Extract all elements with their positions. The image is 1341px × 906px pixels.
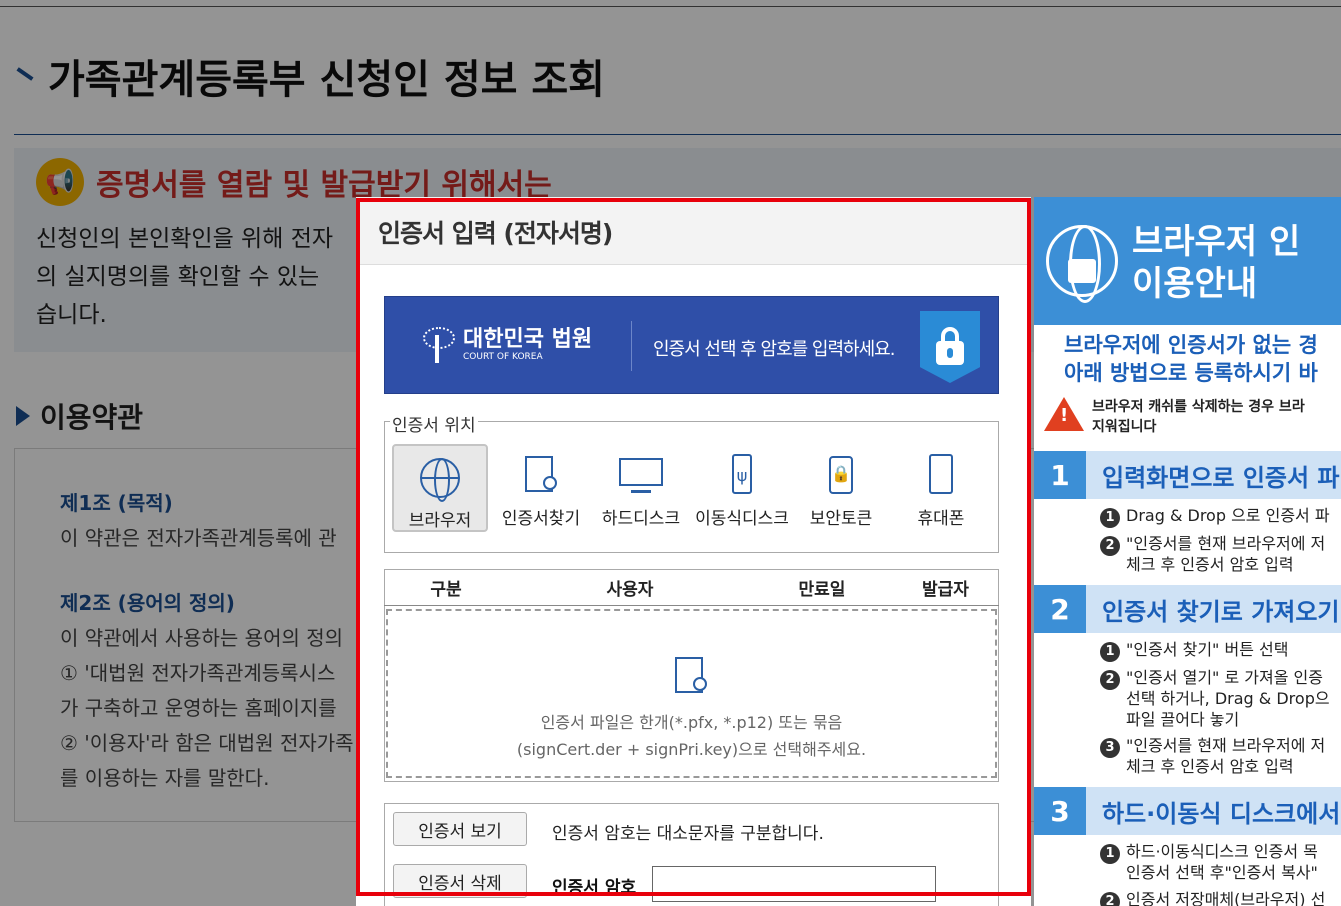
step-number: 3	[1034, 787, 1086, 835]
location-label: 인증서찾기	[501, 509, 581, 529]
password-label: 인증서 암호	[552, 878, 637, 898]
guide-title: 브라우저 인 이용안내	[1132, 221, 1341, 305]
step-2-line: 파일 끌어다 놓기	[1126, 710, 1240, 729]
banner-message: 인증서 선택 후 암호를 입력하세요.	[653, 339, 895, 360]
step-2-line: 3 "인증서를 현재 브라우저에 저	[1100, 735, 1325, 758]
guide-title-line: 이용안내	[1132, 264, 1258, 304]
step-2-line: 2 "인증서 열기" 로 가져올 인증	[1100, 667, 1323, 690]
court-tree-icon	[419, 325, 455, 365]
delete-certificate-button[interactable]: 인증서 삭제	[393, 864, 527, 898]
banner-divider	[631, 321, 632, 371]
location-hard-disk[interactable]: 하드디스크	[593, 444, 689, 532]
password-note: 인증서 암호는 대소문자를 구분합니다.	[552, 824, 824, 844]
column-expiry: 만료일	[798, 580, 846, 600]
warning-line: 지워집니다	[1092, 419, 1157, 435]
step-2-line: 체크 후 인증서 암호 입력	[1126, 757, 1294, 776]
phone-icon	[919, 454, 963, 498]
step-3-line: 인증서 선택 후"인증서 복사"	[1126, 863, 1318, 882]
location-label: 휴대폰	[917, 509, 965, 529]
guide-subtitle-line: 아래 방법으로 등록하시기 바	[1064, 361, 1318, 385]
step-1-line: 2 "인증서를 현재 브라우저에 저	[1100, 533, 1325, 556]
guide-subtitle-line: 브라우저에 인증서가 없는 경	[1064, 333, 1318, 357]
drop-hint: 인증서 파일은 한개(*.pfx, *.p12) 또는 묶음 (signCert…	[517, 709, 866, 763]
location-security-token[interactable]: 🔒 보안토큰	[793, 444, 889, 532]
certificate-search-icon	[519, 454, 563, 498]
browser-cert-guide: 브라우저 인 이용안내 브라우저에 인증서가 없는 경 아래 방법으로 등록하시…	[1034, 197, 1341, 906]
column-issuer: 발급자	[922, 580, 969, 600]
step-1-line: 체크 후 인증서 암호 입력	[1126, 555, 1294, 574]
step-number: 2	[1034, 585, 1086, 633]
location-label: 보안토큰	[809, 509, 873, 529]
location-removable-disk[interactable]: ψ 이동식디스크	[694, 444, 790, 532]
step-1-line: 1 Drag & Drop 으로 인증서 파	[1100, 505, 1330, 528]
lock-icon	[1068, 259, 1096, 283]
modal-title: 인증서 입력 (전자서명)	[378, 219, 613, 248]
step-3-line: 1 하드·이동식디스크 인증서 목	[1100, 841, 1318, 864]
location-label: 이동식디스크	[695, 509, 789, 529]
certificate-drop-zone[interactable]: 인증서 파일은 한개(*.pfx, *.p12) 또는 묶음 (signCert…	[386, 609, 997, 778]
certificate-list-header: 구분 사용자 만료일 발급자	[384, 570, 999, 606]
guide-title-line: 브라우저 인	[1132, 222, 1301, 262]
step-title: 인증서 찾기로 가져오기	[1102, 597, 1340, 626]
location-cert-search[interactable]: 인증서찾기	[493, 444, 589, 532]
guide-warning: ! 브라우저 캐쉬를 삭제하는 경우 브라 지워집니다	[1044, 397, 1341, 437]
step-1-bar: 1 입력화면으로 인증서 파	[1034, 451, 1341, 499]
security-token-icon: 🔒	[819, 454, 863, 498]
location-browser[interactable]: 브라우저	[392, 444, 488, 532]
step-3-bar: 3 하드·이동식 디스크에서	[1034, 787, 1341, 835]
step-number: 1	[1034, 451, 1086, 499]
location-label: 하드디스크	[601, 509, 681, 529]
column-user: 사용자	[606, 580, 654, 600]
cert-location-legend: 인증서 위치	[390, 411, 478, 436]
warning-icon: !	[1044, 397, 1084, 431]
location-label: 브라우저	[408, 511, 472, 531]
court-logo-kr: 대한민국 법원	[463, 326, 593, 352]
location-phone[interactable]: 휴대폰	[893, 444, 989, 532]
drop-hint-line: 인증서 파일은 한개(*.pfx, *.p12) 또는 묶음	[540, 713, 843, 732]
court-banner: 대한민국 법원 COURT OF KOREA 인증서 선택 후 암호를 입력하세…	[384, 296, 999, 394]
certificate-search-icon	[669, 655, 715, 701]
court-logo-en: COURT OF KOREA	[463, 351, 543, 362]
column-type: 구분	[430, 580, 462, 600]
step-2-bar: 2 인증서 찾기로 가져오기	[1034, 585, 1341, 633]
lock-icon	[920, 311, 980, 383]
monitor-icon	[619, 454, 663, 498]
guide-subtitle: 브라우저에 인증서가 없는 경 아래 방법으로 등록하시기 바	[1064, 331, 1341, 387]
drop-hint-line: (signCert.der + signPri.key)으로 선택해주세요.	[516, 740, 867, 759]
warning-line: 브라우저 캐쉬를 삭제하는 경우 브라	[1092, 399, 1305, 415]
court-logo: 대한민국 법원 COURT OF KOREA	[419, 325, 592, 365]
step-title: 하드·이동식 디스크에서	[1102, 799, 1341, 828]
guide-header: 브라우저 인 이용안내	[1034, 197, 1341, 325]
step-2-line: 선택 하거나, Drag & Drop으	[1126, 689, 1330, 708]
password-input[interactable]	[652, 866, 936, 902]
modal-header: 인증서 입력 (전자서명)	[356, 197, 1031, 265]
step-2-line: 1 "인증서 찾기" 버튼 선택	[1100, 639, 1288, 662]
globe-icon	[418, 456, 462, 502]
view-certificate-button[interactable]: 인증서 보기	[393, 812, 527, 846]
step-3-line: 2 인증서 저장매체(브라우저) 선	[1100, 889, 1325, 906]
step-title: 입력화면으로 인증서 파	[1102, 463, 1340, 492]
usb-icon: ψ	[720, 454, 764, 498]
